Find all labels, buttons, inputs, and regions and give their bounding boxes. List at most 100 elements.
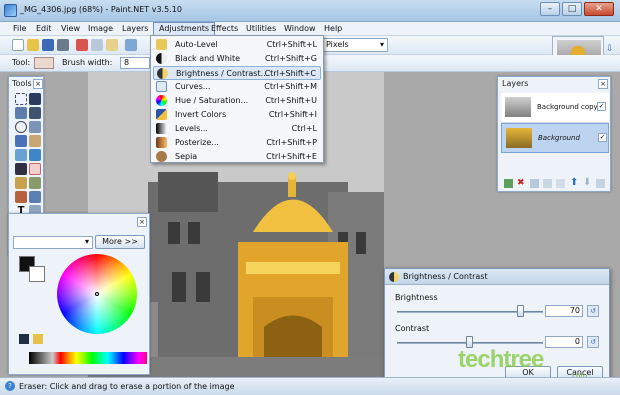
dialog-title-bar: Brightness / Contrast (385, 269, 609, 285)
brightness-slider-thumb[interactable] (517, 305, 525, 317)
menu-item-sepia[interactable]: Sepia Ctrl+Shift+E (153, 150, 321, 164)
open-folder-icon[interactable] (27, 39, 39, 51)
menu-utilities[interactable]: Utilities (241, 22, 281, 36)
contrast-input[interactable]: 0 (545, 336, 583, 348)
tab-scroll-arrow-icon[interactable]: ⇩ (606, 44, 614, 54)
layer-visibility-checkbox[interactable]: ✓ (597, 102, 606, 111)
layers-palette-close-button[interactable]: × (598, 79, 608, 89)
move-layer-down-icon[interactable]: ⬇ (583, 177, 591, 188)
palette-menu-icon[interactable] (33, 334, 43, 344)
move-selection-icon[interactable] (29, 93, 41, 105)
magic-wand-icon[interactable] (15, 135, 27, 147)
brightness-contrast-icon (157, 68, 168, 79)
color-wheel-cursor[interactable] (95, 292, 99, 296)
paint-bucket-icon[interactable] (15, 149, 27, 161)
color-picker-icon[interactable] (29, 177, 41, 189)
menu-item-invert-colors[interactable]: Invert Colors Ctrl+Shift+I (153, 108, 321, 122)
lasso-select-icon[interactable] (15, 107, 27, 119)
dialog-title: Brightness / Contrast (403, 272, 488, 281)
menu-item-auto-level[interactable]: Auto-Level Ctrl+Shift+L (153, 38, 321, 52)
copy-icon[interactable] (91, 39, 103, 51)
menu-item-levels[interactable]: Levels... Ctrl+L (153, 122, 321, 136)
menu-item-label: Sepia (175, 152, 198, 161)
paste-icon[interactable] (106, 39, 118, 51)
menu-item-posterize[interactable]: Posterize... Ctrl+Shift+P (153, 136, 321, 150)
contrast-reset-icon[interactable]: ↺ (587, 336, 599, 348)
menu-bar: File Edit View Image Layers Adjustments … (0, 22, 620, 36)
menu-item-shortcut: Ctrl+Shift+M (264, 82, 317, 91)
menu-item-curves[interactable]: Curves... Ctrl+Shift+M (153, 80, 321, 94)
crop-icon[interactable] (125, 39, 137, 51)
layer-row[interactable]: Background copy ✓ (501, 93, 609, 123)
layer-name: Background (538, 134, 580, 142)
menu-item-black-and-white[interactable]: Black and White Ctrl+Shift+G (153, 52, 321, 66)
close-button[interactable]: ✕ (584, 2, 614, 16)
brush-width-value: 8 (124, 58, 130, 67)
menu-item-label: Posterize... (175, 138, 219, 147)
zoom-icon[interactable] (29, 121, 41, 133)
recolor-icon[interactable] (29, 191, 41, 203)
layer-row-selected[interactable]: Background ✓ (501, 123, 609, 153)
eraser-tool-select[interactable] (34, 57, 54, 69)
menu-item-shortcut: Ctrl+L (291, 124, 317, 133)
add-layer-icon[interactable] (504, 179, 513, 188)
gradient-icon[interactable] (29, 149, 41, 161)
menu-edit[interactable]: Edit (31, 22, 57, 36)
eraser-icon[interactable] (29, 163, 41, 175)
menu-item-hue-saturation[interactable]: Hue / Saturation... Ctrl+Shift+U (153, 94, 321, 108)
menu-item-label: Curves... (175, 82, 211, 91)
layer-more-icon[interactable] (596, 179, 605, 188)
move-layer-up-icon[interactable]: ⬆ (570, 177, 578, 188)
pencil-icon[interactable] (15, 177, 27, 189)
status-text: Eraser: Click and drag to erase a portio… (19, 382, 235, 391)
pan-icon[interactable] (29, 135, 41, 147)
units-select[interactable]: Pixels ▾ (322, 38, 388, 52)
info-icon: ? (5, 381, 15, 391)
duplicate-layer-icon[interactable] (530, 179, 539, 188)
chevron-down-icon: ▾ (84, 237, 89, 246)
merge-layer-icon[interactable] (543, 179, 552, 188)
new-file-icon[interactable] (12, 39, 24, 51)
menu-item-shortcut: Ctrl+Shift+P (266, 138, 317, 147)
secondary-color-swatch[interactable] (29, 266, 45, 282)
swap-colors-icon[interactable] (19, 334, 29, 344)
paintbrush-icon[interactable] (15, 163, 27, 175)
menu-layers[interactable]: Layers (117, 22, 153, 36)
color-mode-select[interactable]: ▾ (13, 236, 93, 249)
menu-item-label: Brightness / Contrast... (176, 69, 269, 78)
colors-palette-close-button[interactable]: × (137, 217, 147, 227)
brush-width-input[interactable]: 8 (120, 57, 150, 69)
menu-effects[interactable]: Effects (206, 22, 243, 36)
layer-properties-icon[interactable] (556, 179, 565, 188)
layer-thumbnail (505, 97, 531, 117)
brightness-input[interactable]: 70 (545, 305, 583, 317)
menu-help[interactable]: Help (319, 22, 347, 36)
rectangle-select-icon[interactable] (15, 93, 27, 105)
techtree-watermark: techtree (458, 346, 544, 373)
cut-icon[interactable] (76, 39, 88, 51)
print-icon[interactable] (57, 39, 69, 51)
menu-window[interactable]: Window (279, 22, 321, 36)
menu-item-shortcut: Ctrl+Shift+C (264, 69, 316, 78)
menu-image[interactable]: Image (83, 22, 118, 36)
menu-view[interactable]: View (56, 22, 85, 36)
maximize-button[interactable]: □ (562, 2, 582, 16)
menu-file[interactable]: File (8, 22, 31, 36)
more-colors-button[interactable]: More >> (95, 235, 145, 249)
save-icon[interactable] (42, 39, 54, 51)
paintnet-app-icon[interactable] (4, 4, 17, 17)
menu-item-shortcut: Ctrl+Shift+L (266, 40, 317, 49)
color-palette-strip[interactable] (29, 352, 147, 364)
layer-visibility-checkbox[interactable]: ✓ (598, 133, 607, 142)
brightness-reset-icon[interactable]: ↺ (587, 305, 599, 317)
minimize-button[interactable]: – (540, 2, 560, 16)
tools-palette-close-button[interactable]: × (33, 79, 43, 89)
levels-icon (156, 123, 167, 134)
delete-layer-icon[interactable]: ✖ (517, 179, 526, 188)
move-pixels-icon[interactable] (29, 107, 41, 119)
color-wheel[interactable] (57, 254, 137, 334)
menu-item-label: Hue / Saturation... (175, 96, 249, 105)
ellipse-select-icon[interactable] (15, 121, 27, 133)
clone-stamp-icon[interactable] (15, 191, 27, 203)
menu-item-brightness-contrast[interactable]: Brightness / Contrast... Ctrl+Shift+C (153, 66, 321, 80)
